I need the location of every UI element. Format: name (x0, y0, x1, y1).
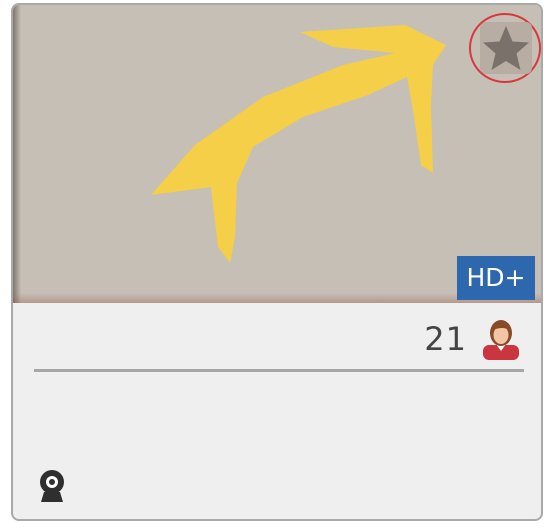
stream-info: 21 (13, 303, 541, 519)
webcam-icon (40, 470, 64, 502)
user-avatar-icon (483, 320, 519, 360)
stream-thumbnail[interactable]: HD+ (13, 5, 541, 303)
star-icon (483, 26, 529, 70)
stream-card[interactable]: HD+ 21 (11, 3, 543, 521)
divider-line (34, 369, 524, 372)
favorite-button[interactable] (469, 13, 541, 89)
hd-plus-badge: HD+ (457, 256, 535, 300)
viewer-count: 21 (424, 320, 467, 358)
viewer-count-group: 21 (424, 319, 521, 360)
